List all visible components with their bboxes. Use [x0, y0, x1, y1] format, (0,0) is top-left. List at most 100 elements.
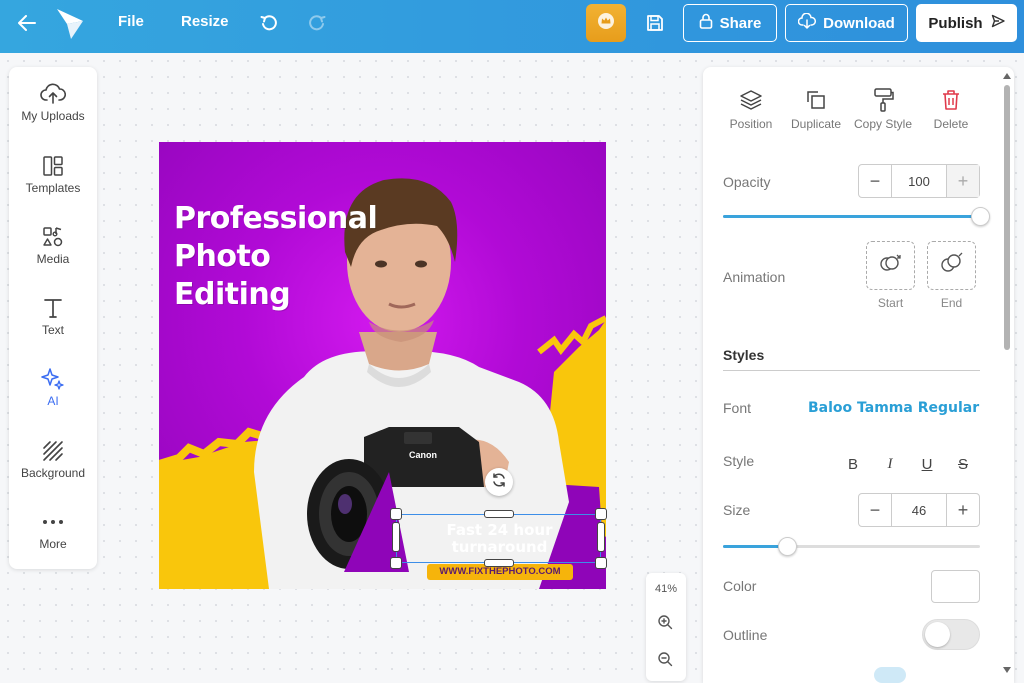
download-label: Download: [823, 14, 895, 32]
selection-box[interactable]: [396, 514, 601, 563]
more-icon: [41, 509, 65, 535]
save-icon[interactable]: [643, 0, 667, 45]
cloud-download-icon: [797, 12, 817, 33]
size-stepper[interactable]: − 46 +: [858, 493, 980, 527]
opacity-slider[interactable]: [723, 207, 990, 226]
duplicate-button[interactable]: Duplicate: [780, 85, 852, 131]
resize-handle-bottom[interactable]: [484, 559, 514, 567]
top-toolbar: File Resize Share Download Publish: [0, 0, 1024, 53]
zoom-out-icon[interactable]: [657, 651, 673, 672]
outline-toggle[interactable]: [922, 619, 980, 650]
size-decrease-button[interactable]: −: [859, 494, 891, 526]
resize-handle-bottom-right[interactable]: [595, 557, 607, 569]
resize-handle-top-right[interactable]: [595, 508, 607, 520]
size-slider[interactable]: [723, 537, 980, 556]
opacity-slider-thumb[interactable]: [970, 207, 990, 226]
animation-start-button[interactable]: [866, 241, 915, 290]
animation-label: Animation: [723, 269, 786, 285]
lock-icon: [699, 13, 713, 33]
sidebar-item-my-uploads[interactable]: My Uploads: [9, 81, 97, 123]
scrollbar-thumb[interactable]: [1004, 85, 1010, 350]
premium-crown-button[interactable]: [586, 4, 626, 42]
sidebar-item-ai[interactable]: AI: [9, 366, 97, 408]
crown-icon: [597, 12, 615, 35]
action-label: Copy Style: [853, 117, 913, 131]
sidebar-item-label: My Uploads: [21, 109, 85, 123]
logo-icon: [54, 0, 86, 45]
sidebar-item-text[interactable]: Text: [9, 295, 97, 337]
font-selector[interactable]: Baloo Tamma Regular: [808, 400, 979, 416]
zoom-in-icon[interactable]: [657, 614, 673, 635]
opacity-label: Opacity: [723, 174, 771, 190]
copy-style-button[interactable]: Copy Style: [847, 85, 919, 131]
back-arrow-icon[interactable]: [14, 0, 40, 45]
position-button[interactable]: Position: [715, 85, 787, 131]
duplicate-icon: [804, 85, 828, 115]
layers-icon: [739, 85, 763, 115]
resize-menu[interactable]: Resize: [181, 13, 229, 30]
size-value[interactable]: 46: [891, 494, 947, 526]
resize-handle-left[interactable]: [392, 522, 400, 552]
size-slider-thumb[interactable]: [777, 537, 797, 556]
animation-end-label: End: [940, 296, 963, 310]
underline-button[interactable]: U: [916, 453, 938, 475]
sidebar-item-background[interactable]: Background: [9, 438, 97, 480]
styles-divider: [723, 370, 980, 371]
sidebar-item-label: AI: [47, 394, 59, 408]
action-label: Duplicate: [790, 117, 842, 131]
opacity-decrease-button[interactable]: −: [859, 165, 891, 197]
scroll-down-icon[interactable]: [1003, 667, 1011, 673]
rotate-button[interactable]: [485, 468, 513, 496]
opacity-increase-button[interactable]: +: [947, 165, 979, 197]
partial-next-control: [874, 667, 906, 683]
sidebar-item-more[interactable]: More: [9, 509, 97, 551]
color-swatch[interactable]: [931, 570, 980, 603]
outline-label: Outline: [723, 627, 768, 643]
sidebar-item-label: Media: [36, 252, 70, 266]
media-icon: [42, 224, 64, 250]
share-button[interactable]: Share: [683, 4, 777, 42]
scroll-up-icon[interactable]: [1003, 73, 1011, 79]
bold-button[interactable]: B: [842, 453, 864, 475]
publish-button[interactable]: Publish: [916, 4, 1017, 42]
delete-button[interactable]: Delete: [915, 85, 987, 131]
color-label: Color: [723, 578, 757, 594]
templates-icon: [42, 153, 64, 179]
sidebar-item-label: Background: [20, 466, 86, 480]
size-label: Size: [723, 502, 751, 518]
sidebar-item-label: More: [39, 537, 67, 551]
italic-button[interactable]: I: [879, 453, 901, 475]
strikethrough-button[interactable]: S: [952, 453, 974, 475]
opacity-value[interactable]: 100: [891, 165, 947, 197]
download-button[interactable]: Download: [785, 4, 908, 42]
resize-handle-top-left[interactable]: [390, 508, 402, 520]
text-icon: [43, 295, 63, 321]
paint-roller-icon: [871, 85, 895, 115]
zoom-control: 41%: [646, 573, 686, 681]
resize-handle-right[interactable]: [597, 522, 605, 552]
send-icon: [991, 14, 1005, 32]
animation-end-icon: [939, 252, 965, 279]
action-label: Delete: [933, 117, 969, 131]
panel-scrollbar[interactable]: [1000, 67, 1014, 683]
resize-handle-top[interactable]: [484, 510, 514, 518]
opacity-stepper[interactable]: − 100 +: [858, 164, 980, 198]
action-label: Position: [729, 117, 773, 131]
sidebar-item-templates[interactable]: Templates: [9, 153, 97, 195]
sidebar-item-media[interactable]: Media: [9, 224, 97, 266]
size-increase-button[interactable]: +: [947, 494, 979, 526]
redo-icon[interactable]: [306, 0, 328, 45]
file-menu[interactable]: File: [118, 13, 144, 30]
sidebar-item-label: Text: [41, 323, 64, 337]
animation-start-icon: [878, 252, 904, 279]
sparkle-icon: [41, 366, 65, 392]
opacity-slider-fill: [723, 215, 980, 218]
resize-handle-bottom-left[interactable]: [390, 557, 402, 569]
rotate-icon: [491, 472, 507, 493]
styles-heading: Styles: [723, 347, 765, 363]
camera-brand-text: Canon: [409, 450, 437, 460]
cloud-upload-icon: [40, 81, 66, 107]
undo-icon[interactable]: [258, 0, 280, 45]
design-headline[interactable]: Professional Photo Editing: [174, 200, 378, 314]
animation-end-button[interactable]: [927, 241, 976, 290]
